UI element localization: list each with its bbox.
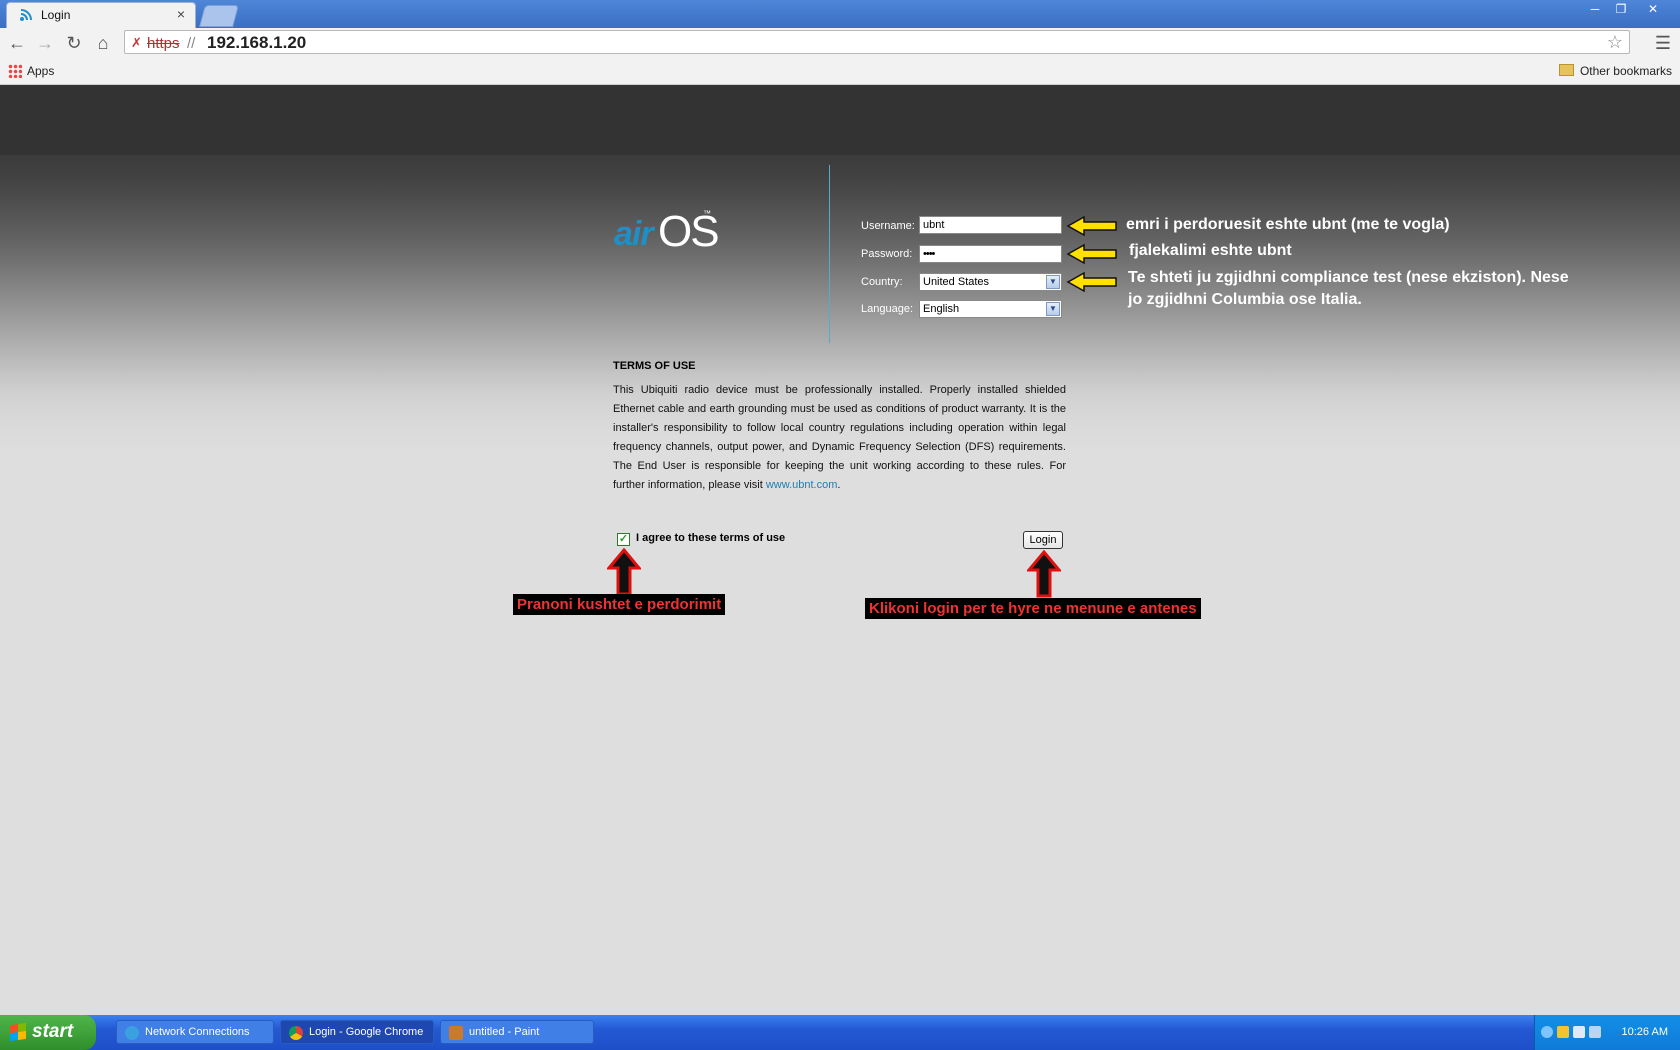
taskbar-item-label: Network Connections	[145, 1026, 250, 1038]
bookmark-star-icon[interactable]: ☆	[1607, 32, 1623, 53]
tray-expand-icon[interactable]	[1541, 1026, 1553, 1038]
home-icon[interactable]: ⌂	[92, 32, 114, 54]
browser-toolbar: ← → ↻ ⌂ ✗ https // 192.168.1.20 ☆ ☰	[0, 28, 1680, 58]
vertical-divider	[829, 165, 830, 343]
network-icon	[125, 1026, 139, 1040]
agree-label[interactable]: I agree to these terms of use	[636, 532, 785, 544]
browser-tab-login[interactable]: Login ×	[6, 2, 196, 28]
country-label: Country:	[861, 276, 903, 288]
reload-icon[interactable]: ↻	[63, 32, 85, 54]
terms-title: TERMS OF USE	[613, 360, 696, 372]
volume-icon[interactable]	[1589, 1026, 1601, 1038]
ubnt-link[interactable]: www.ubnt.com	[766, 479, 838, 491]
wireless-favicon-icon	[20, 9, 32, 21]
tab-close-icon[interactable]: ×	[177, 6, 185, 22]
shield-icon[interactable]	[1557, 1026, 1569, 1038]
chrome-menu-icon[interactable]: ☰	[1652, 32, 1674, 54]
taskbar-item-network[interactable]: Network Connections	[116, 1020, 274, 1044]
red-up-arrow-icon	[607, 548, 641, 596]
password-input[interactable]: ••••	[919, 245, 1062, 263]
address-bar[interactable]: ✗ https // 192.168.1.20 ☆	[124, 30, 1630, 54]
windows-taskbar: start Network Connections Login - Google…	[0, 1015, 1680, 1050]
taskbar-item-label: Login - Google Chrome	[309, 1026, 424, 1038]
language-label: Language:	[861, 303, 913, 315]
language-value: English	[923, 303, 960, 315]
password-label: Password:	[861, 248, 913, 260]
bookmarks-bar: Apps Other bookmarks	[0, 58, 1680, 85]
folder-icon	[1559, 64, 1574, 76]
forward-arrow-icon[interactable]: →	[34, 32, 56, 54]
taskbar-item-chrome[interactable]: Login - Google Chrome	[280, 1020, 434, 1044]
language-select[interactable]: English ▼	[919, 300, 1062, 318]
password-annotation: fjalekalimi eshte ubnt	[1129, 242, 1292, 259]
yellow-arrow-icon	[1066, 271, 1117, 293]
chevron-down-icon[interactable]: ▼	[1046, 275, 1060, 289]
login-annotation: Klikoni login per te hyre ne menune e an…	[865, 598, 1201, 619]
terms-end: .	[837, 479, 841, 491]
url-scheme: https	[147, 35, 180, 52]
country-annotation-line1: Te shteti ju zgjidhni compliance test (n…	[1128, 269, 1569, 286]
agree-checkbox[interactable]: ✓	[617, 533, 630, 546]
agree-annotation: Pranoni kushtet e perdorimit	[513, 594, 726, 615]
yellow-arrow-icon	[1066, 243, 1117, 265]
close-window-icon[interactable]: ✕	[1640, 0, 1666, 18]
terms-body: This Ubiquiti radio device must be profe…	[613, 384, 1066, 491]
taskbar-item-paint[interactable]: untitled - Paint	[440, 1020, 594, 1044]
paint-icon	[449, 1026, 463, 1040]
minimize-icon[interactable]: ─	[1582, 0, 1608, 18]
insecure-lock-icon: ✗	[131, 35, 142, 50]
airos-login-page: air OS ™ Username: ubnt Password: •••• C…	[0, 85, 1680, 1015]
logo-trademark: ™	[703, 209, 711, 218]
system-tray: 10:26 AM	[1534, 1015, 1680, 1050]
network-tray-icon[interactable]	[1573, 1026, 1585, 1038]
restore-icon[interactable]: ❐	[1608, 0, 1634, 18]
new-tab-button[interactable]	[199, 5, 239, 27]
login-button[interactable]: Login	[1023, 531, 1063, 549]
apps-grid-icon[interactable]	[8, 64, 22, 78]
window-titlebar: Login × ─ ❐ ✕	[0, 0, 1680, 28]
terms-text: This Ubiquiti radio device must be profe…	[613, 381, 1066, 495]
taskbar-item-label: untitled - Paint	[469, 1026, 540, 1038]
chrome-icon	[289, 1026, 303, 1040]
airos-logo: air OS ™	[614, 205, 720, 256]
taskbar-clock: 10:26 AM	[1621, 1026, 1668, 1038]
start-label: start	[32, 1021, 74, 1042]
username-label: Username:	[861, 220, 915, 232]
country-select[interactable]: United States ▼	[919, 273, 1062, 291]
country-value: United States	[923, 276, 990, 288]
back-arrow-icon[interactable]: ←	[6, 32, 28, 54]
username-input[interactable]: ubnt	[919, 216, 1062, 234]
apps-bookmark[interactable]: Apps	[27, 64, 54, 78]
start-button[interactable]: start	[0, 1015, 96, 1050]
tab-title: Login	[41, 8, 71, 22]
yellow-arrow-icon	[1066, 215, 1117, 237]
chevron-down-icon[interactable]: ▼	[1046, 302, 1060, 316]
url-slashes: //	[187, 35, 196, 52]
logo-air: air	[614, 215, 654, 253]
other-bookmarks[interactable]: Other bookmarks	[1580, 64, 1672, 78]
country-annotation-line2: jo zgjidhni Columbia ose Italia.	[1128, 291, 1362, 308]
windows-logo-icon	[10, 1022, 26, 1042]
url-host: 192.168.1.20	[207, 33, 307, 52]
red-up-arrow-icon	[1027, 550, 1061, 598]
username-annotation: emri i perdoruesit eshte ubnt (me te vog…	[1126, 216, 1450, 233]
